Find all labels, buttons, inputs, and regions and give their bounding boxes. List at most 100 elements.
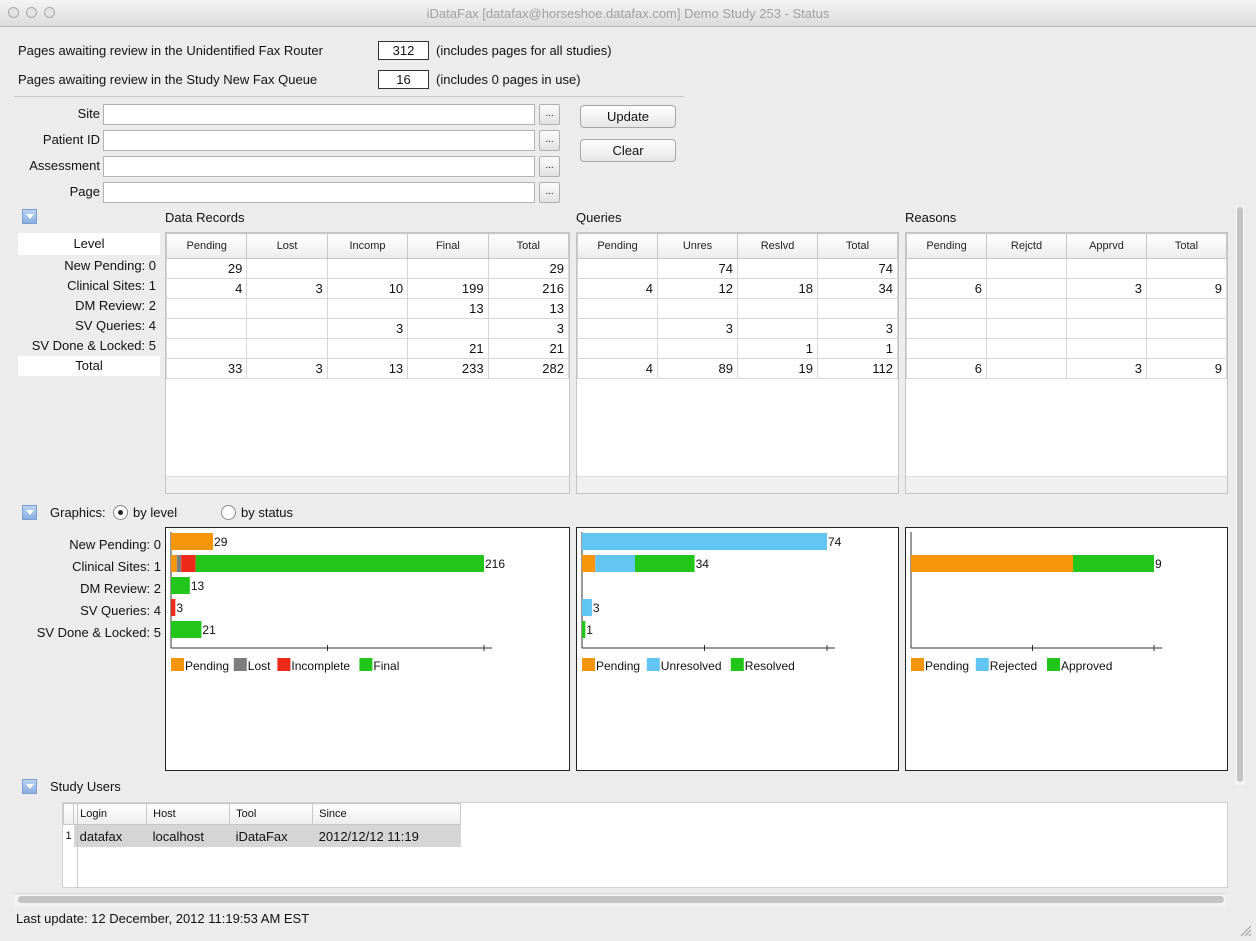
column-header-total[interactable]: Total (817, 233, 898, 259)
reasons-panel: Pending Rejctd Apprvd Total 6 3 9 6 3 9 (905, 232, 1228, 494)
clear-button[interactable]: Clear (580, 139, 676, 162)
legend-item-pending: Pending (911, 658, 969, 673)
total-row[interactable]: 6 39 (906, 358, 1227, 379)
table-row[interactable]: 4 12 18 34 (577, 278, 898, 299)
table-cell: 34 (817, 278, 898, 299)
table-row[interactable] (906, 318, 1227, 339)
svg-text:Final: Final (373, 659, 399, 673)
table-cell: 282 (487, 358, 570, 379)
data-records-table: Pending Lost Incomp Final Total 29 29 4 3 10 199 21… (165, 233, 570, 379)
queries-scrollbar[interactable] (577, 476, 898, 493)
column-header-rejctd[interactable]: Rejctd (986, 233, 1067, 259)
collapse-graphics-icon[interactable] (22, 505, 37, 520)
table-cell (577, 318, 658, 339)
patient-id-picker-button[interactable]: ... (539, 130, 560, 151)
table-row[interactable]: 13 13 (165, 298, 570, 319)
bar-segment-pending (582, 555, 596, 572)
users-header-since[interactable]: Since (312, 803, 462, 825)
table-row[interactable] (906, 258, 1227, 279)
column-header-final[interactable]: Final (407, 233, 489, 259)
by-level-radio[interactable] (113, 505, 128, 520)
assessment-picker-button[interactable]: ... (539, 156, 560, 177)
table-row[interactable] (577, 298, 898, 319)
svg-text:Resolved: Resolved (745, 659, 795, 673)
users-header-tool[interactable]: Tool (229, 803, 314, 825)
table-row[interactable]: 1 datafax localhost iDataFax 2012/12/12 … (63, 824, 461, 847)
data-records-panel: Pending Lost Incomp Final Total 29 29 4 3 10 199 21… (165, 232, 570, 494)
bar-total-label: 3 (593, 601, 600, 615)
column-header-pending[interactable]: Pending (577, 233, 658, 259)
level-label: New Pending: 0 (64, 258, 156, 273)
column-header-total[interactable]: Total (487, 233, 570, 259)
column-header-total[interactable]: Total (1146, 233, 1227, 259)
table-cell: 3 (326, 318, 409, 339)
collapse-users-icon[interactable] (22, 779, 37, 794)
users-header-login[interactable]: Login (73, 803, 148, 825)
table-cell (1066, 338, 1147, 359)
table-cell: 9 (1146, 278, 1227, 299)
table-row[interactable]: 11 (577, 338, 898, 359)
queries-table: Pending Unres Reslvd Total 74 74 4 12 18 34 3 3 1 1 4 8… (577, 233, 898, 379)
collapse-tables-icon[interactable] (22, 209, 37, 224)
table-row[interactable]: 33 (165, 318, 570, 339)
router-count: 312 (378, 41, 429, 60)
level-label: SV Done & Locked: 5 (31, 338, 156, 353)
data-records-scrollbar[interactable] (166, 476, 569, 493)
total-row[interactable]: 33 3 13 233 282 (165, 358, 570, 379)
table-row[interactable] (906, 338, 1227, 359)
chart-level-label: Clinical Sites: 1 (72, 559, 161, 574)
site-picker-button[interactable]: ... (539, 104, 560, 125)
table-cell (577, 338, 658, 359)
vertical-scroll-thumb[interactable] (1237, 207, 1243, 782)
total-row[interactable]: 4 89 19 112 (577, 358, 898, 379)
user-login: datafax (73, 824, 147, 847)
users-header-host[interactable]: Host (146, 803, 231, 825)
table-row[interactable]: 33 (577, 318, 898, 339)
horizontal-scroll-thumb[interactable] (18, 896, 1224, 903)
table-cell: 18 (737, 278, 818, 299)
assessment-input[interactable] (103, 156, 535, 177)
title-bar: iDataFax [datafax@horseshoe.datafax.com]… (0, 0, 1256, 27)
column-header-lost[interactable]: Lost (246, 233, 328, 259)
vertical-scrollbar[interactable] (1235, 205, 1245, 785)
table-row[interactable]: 21 21 (165, 338, 570, 359)
column-header-reslvd[interactable]: Reslvd (737, 233, 818, 259)
level-header: Level (18, 233, 160, 255)
bar-total-label: 13 (191, 579, 205, 593)
legend-item-unresolved: Unresolved (646, 658, 722, 673)
table-row[interactable]: 29 29 (165, 258, 570, 279)
bar-segment-pending (171, 533, 214, 550)
page-input[interactable] (103, 182, 535, 203)
table-cell (1146, 338, 1227, 359)
column-header-unres[interactable]: Unres (657, 233, 738, 259)
reasons-scrollbar[interactable] (906, 476, 1227, 493)
column-header-apprvd[interactable]: Apprvd (1066, 233, 1147, 259)
table-cell (407, 318, 489, 339)
resize-grip-icon[interactable] (1238, 923, 1252, 937)
table-cell (246, 338, 328, 359)
by-level-label: by level (133, 505, 178, 520)
patient-id-input[interactable] (103, 130, 535, 151)
graphics-label: Graphics: (50, 505, 106, 520)
horizontal-scrollbar[interactable] (14, 893, 1226, 906)
table-cell (1066, 318, 1147, 339)
chart-level-label: New Pending: 0 (69, 537, 161, 552)
user-tool: iDataFax (229, 824, 313, 847)
table-cell: 3 (817, 318, 898, 339)
table-row[interactable]: 6 39 (906, 278, 1227, 299)
update-button[interactable]: Update (580, 105, 676, 128)
page-picker-button[interactable]: ... (539, 182, 560, 203)
level-column: New Pending: 0 Clinical Sites: 1 DM Review… (18, 256, 160, 376)
table-cell: 3 (1066, 278, 1147, 299)
column-header-incomp[interactable]: Incomp (326, 233, 409, 259)
table-row[interactable] (906, 298, 1227, 319)
site-input[interactable] (103, 104, 535, 125)
svg-text:Unresolved: Unresolved (661, 659, 722, 673)
column-header-pending[interactable]: Pending (165, 233, 248, 259)
table-cell (1066, 258, 1147, 279)
table-row[interactable]: 74 74 (577, 258, 898, 279)
table-row[interactable]: 4 3 10 199 216 (165, 278, 570, 299)
by-status-radio[interactable] (221, 505, 236, 520)
column-header-pending[interactable]: Pending (906, 233, 987, 259)
bar-total-label: 9 (1155, 557, 1162, 571)
